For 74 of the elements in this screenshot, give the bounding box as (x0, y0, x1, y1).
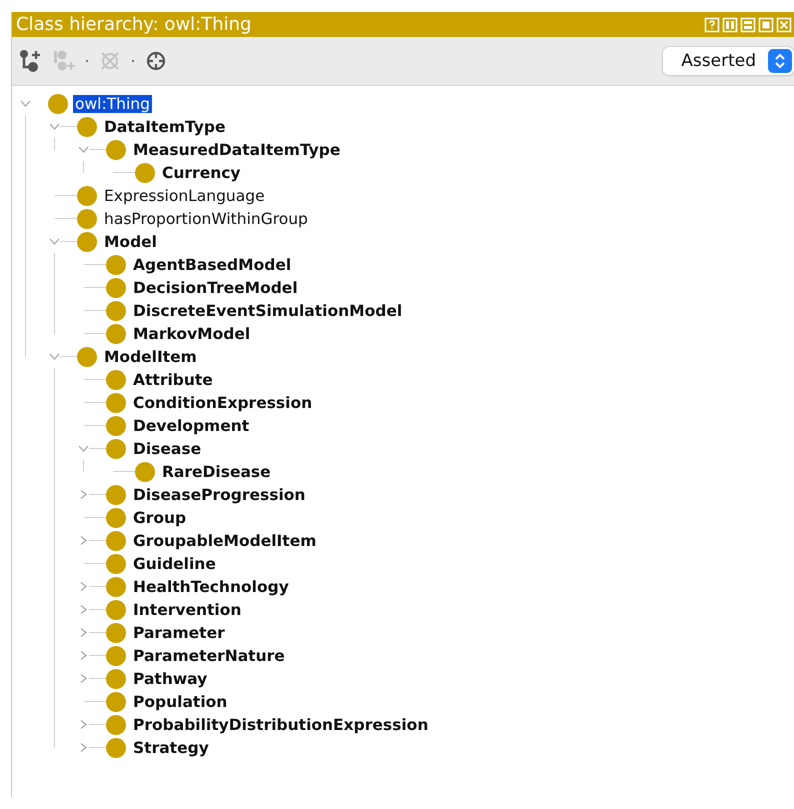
class-icon (135, 162, 155, 182)
tree-item[interactable]: Development (131, 416, 252, 434)
class-icon (106, 622, 126, 642)
class-icon (106, 692, 126, 712)
class-icon (106, 278, 126, 298)
split-rows-icon[interactable] (740, 16, 756, 32)
class-icon (77, 232, 97, 252)
class-icon (77, 186, 97, 206)
maximize-icon[interactable] (758, 16, 774, 32)
tree-item[interactable]: HealthTechnology (131, 578, 291, 596)
tree-item[interactable]: RareDisease (160, 462, 273, 480)
tree-item[interactable]: Intervention (131, 600, 244, 618)
class-icon (106, 738, 126, 758)
class-icon (106, 576, 126, 596)
chevron-down-icon[interactable] (49, 237, 60, 246)
class-icon (106, 254, 126, 274)
add-subclass-icon[interactable] (18, 49, 42, 73)
class-icon (106, 392, 126, 412)
chevron-down-icon[interactable] (49, 122, 60, 131)
view-select[interactable]: Asserted (663, 47, 794, 75)
tree-item[interactable]: DiscreteEventSimulationModel (131, 302, 404, 320)
chevron-down-icon[interactable] (78, 145, 89, 154)
tree-item[interactable]: ParameterNature (131, 646, 287, 664)
close-icon[interactable] (776, 16, 792, 32)
class-icon (106, 324, 126, 344)
class-icon (106, 484, 126, 504)
class-icon (106, 300, 126, 320)
class-icon (48, 94, 68, 114)
tree-item[interactable]: ProbabilityDistributionExpression (131, 716, 430, 734)
class-icon (106, 140, 126, 160)
tree-item[interactable]: Strategy (131, 738, 211, 756)
tree-item[interactable]: GroupableModelItem (131, 532, 318, 550)
class-icon (77, 116, 97, 136)
split-columns-icon[interactable] (722, 16, 738, 32)
class-icon (77, 208, 97, 228)
class-icon (106, 554, 126, 574)
class-icon (106, 508, 126, 528)
panel-title: Class hierarchy: owl:Thing (16, 14, 252, 35)
help-icon[interactable] (704, 16, 720, 32)
tree-item[interactable]: AgentBasedModel (131, 256, 294, 274)
tree-item[interactable]: DiseaseProgression (131, 486, 308, 504)
tree-item[interactable]: DataItemType (102, 118, 228, 136)
tree-item[interactable]: Currency (160, 164, 243, 182)
class-icon (106, 370, 126, 390)
tree-item[interactable]: MeasuredDataItemType (131, 140, 342, 158)
tree-item[interactable]: Model (102, 232, 159, 250)
class-icon (106, 438, 126, 458)
class-icon (106, 600, 126, 620)
tree-item[interactable]: Population (131, 692, 230, 710)
class-icon (106, 714, 126, 734)
tree-item[interactable]: owl:Thing (73, 94, 152, 112)
tree-item[interactable]: ExpressionLanguage (102, 186, 267, 204)
class-icon (106, 646, 126, 666)
chevron-down-icon[interactable] (49, 352, 60, 361)
tree-item[interactable]: Guideline (131, 554, 218, 572)
tree-item[interactable]: hasProportionWithinGroup (102, 210, 310, 228)
class-icon (135, 462, 155, 482)
tree-item[interactable]: Disease (131, 440, 204, 458)
tree-item[interactable]: MarkovModel (131, 324, 252, 342)
class-icon (106, 416, 126, 436)
chevron-down-icon[interactable] (78, 444, 89, 453)
tree-item[interactable]: ModelItem (102, 348, 199, 366)
target-icon[interactable] (144, 49, 168, 73)
class-icon (106, 530, 126, 550)
class-icon (77, 346, 97, 366)
stepper-icon (768, 49, 792, 73)
tree-item[interactable]: DecisionTreeModel (131, 278, 300, 296)
class-icon (106, 668, 126, 688)
tree-item[interactable]: Parameter (131, 624, 227, 642)
tree-item[interactable]: Pathway (131, 670, 210, 688)
chevron-down-icon[interactable] (20, 99, 31, 108)
tree-item[interactable]: Group (131, 508, 188, 526)
tree-item[interactable]: ConditionExpression (131, 394, 314, 412)
tree-item[interactable]: Attribute (131, 370, 215, 388)
